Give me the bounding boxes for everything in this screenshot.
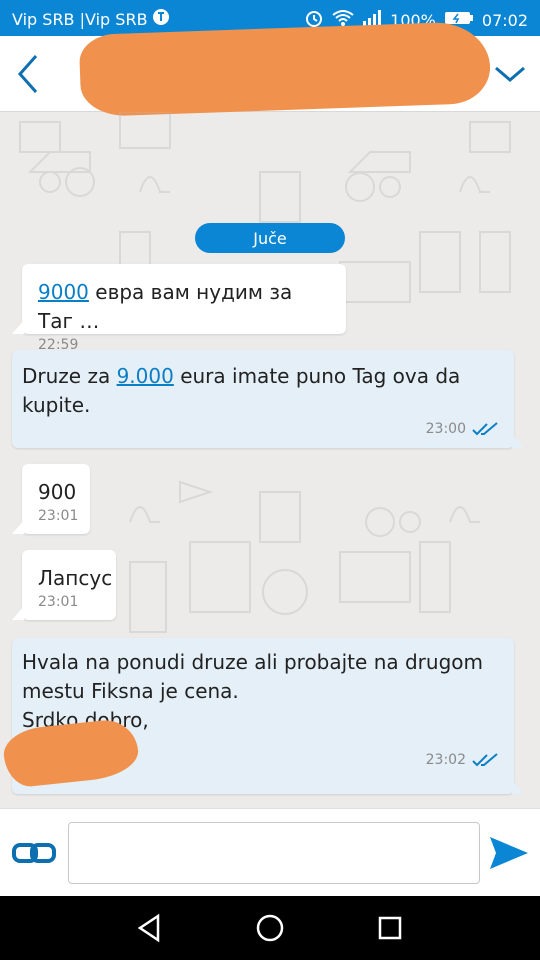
header-menu-button[interactable] <box>492 58 528 90</box>
message-text: 900 <box>38 480 77 504</box>
double-check-icon <box>472 422 498 436</box>
message-text: Hvala na ponudi druze ali probajte na dr… <box>22 650 483 674</box>
square-recents-icon <box>378 916 402 940</box>
bubble-tail <box>12 520 24 534</box>
chevron-down-icon <box>495 66 525 82</box>
circle-home-icon <box>256 914 284 942</box>
link-icon <box>12 843 56 863</box>
message-time: 23:01 <box>38 594 79 610</box>
message-text: Druze za <box>22 364 117 388</box>
message-time: 23:00 <box>425 421 466 437</box>
message-text: mestu Fiksna je cena. <box>22 679 239 703</box>
system-nav-bar <box>0 896 540 960</box>
message-time: 23:02 <box>425 752 466 768</box>
nav-back-button[interactable] <box>132 910 168 946</box>
clock: 07:02 <box>481 10 528 30</box>
message-input[interactable] <box>68 822 480 884</box>
message-incoming[interactable]: Лапсус 23:01 <box>12 550 116 620</box>
double-check-icon <box>472 753 498 767</box>
message-text: Лапсус <box>38 566 113 590</box>
bubble-tail <box>12 320 24 334</box>
nav-recents-button[interactable] <box>372 910 408 946</box>
composer-bar <box>0 808 540 896</box>
message-incoming[interactable]: 900 23:01 <box>12 464 90 534</box>
message-link[interactable]: 9000 <box>38 280 89 304</box>
notification-icon <box>152 8 170 30</box>
triangle-back-icon <box>137 913 160 943</box>
redaction-overlay <box>78 20 492 118</box>
bubble-tail <box>512 434 524 448</box>
attach-button[interactable] <box>10 833 58 873</box>
send-button[interactable] <box>486 833 532 873</box>
message-incoming[interactable]: 9000 евра вам нудим за Таг … 22:59 <box>12 264 346 353</box>
bubble-tail <box>512 780 524 794</box>
chevron-left-icon <box>17 55 38 93</box>
send-icon <box>490 837 528 869</box>
message-link[interactable]: 9.000 <box>117 364 174 388</box>
message-outgoing[interactable]: Druze za 9.000 eura imate puno Tag ova d… <box>12 350 524 448</box>
back-button[interactable] <box>8 50 52 98</box>
bubble-tail <box>12 606 24 620</box>
date-separator: Juče <box>195 223 345 253</box>
message-time: 23:01 <box>38 508 79 524</box>
nav-home-button[interactable] <box>252 910 288 946</box>
message-list[interactable]: Juče 9000 евра вам нудим за Таг … 22:59 … <box>0 112 540 808</box>
carrier-label: Vip SRB |Vip SRB <box>12 9 148 29</box>
